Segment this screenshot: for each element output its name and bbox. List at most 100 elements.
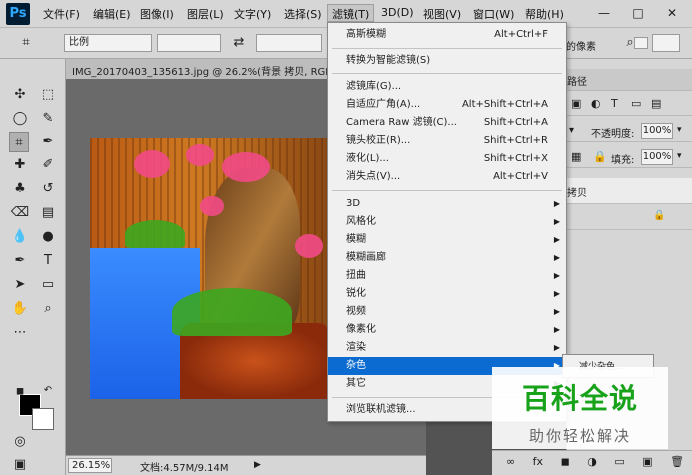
new-layer-icon[interactable]: ▣ [642,455,652,468]
photoshop-logo: Ps [6,3,30,25]
move-tool-icon[interactable]: ✣ [10,85,30,105]
menu-select[interactable]: 选择(S) [284,6,322,22]
zoom-icon[interactable]: ⌕ [38,299,58,319]
history-brush-icon[interactable]: ↺ [38,179,58,199]
layer-row[interactable]: 拷贝 [567,178,692,204]
menu-item-video[interactable]: 视频 ▶ [328,303,566,321]
default-colors-icon[interactable]: ◼ [10,382,30,402]
pen-icon[interactable]: ✒ [10,251,30,271]
height-field[interactable] [256,34,322,52]
image-filter-icon[interactable]: ▣ [571,97,581,110]
options-dropdown[interactable] [652,34,680,52]
clone-stamp-icon[interactable]: ♣ [10,179,30,199]
adjustment-filter-icon[interactable]: ◐ [591,97,601,110]
smart-filter-icon[interactable]: ▤ [651,97,661,110]
folder-icon[interactable]: ▭ [614,455,624,468]
maximize-icon[interactable]: □ [630,6,646,20]
swap-colors-icon[interactable]: ↶ [38,381,58,401]
menu-shortcut: Shift+Ctrl+R [483,135,548,146]
dodge-icon[interactable]: ● [38,227,58,247]
menu-view[interactable]: 视图(V) [423,6,461,22]
quick-mask-icon[interactable]: ◎ [10,432,30,452]
crop-icon[interactable]: ⌗ [9,132,29,152]
shape-filter-icon[interactable]: ▭ [631,97,641,110]
menu-item-stylize[interactable]: 风格化 ▶ [328,213,566,231]
photo-canvas[interactable] [90,138,328,399]
menu-item-liquify[interactable]: 液化(L)... Shift+Ctrl+X [328,150,566,168]
menu-file[interactable]: 文件(F) [43,6,80,22]
menu-separator [332,73,562,74]
menu-item-vanishing-point[interactable]: 消失点(V)... Alt+Ctrl+V [328,168,566,186]
crop-tool-icon[interactable]: ⌗ [16,33,36,53]
zoom-level[interactable]: 26.15% [68,458,112,473]
tab-paths[interactable]: 路径 [567,73,587,88]
ratio-select[interactable]: 比例 [64,34,152,52]
menu-filter[interactable]: 滤镜(T) [327,4,375,22]
opacity-field[interactable]: 100% [641,123,673,139]
menu-item-render[interactable]: 渲染 ▶ [328,339,566,357]
layers-panel-actions: ∞ fx ◼ ◑ ▭ ▣ 🗑 [492,450,692,475]
menu-help[interactable]: 帮助(H) [525,6,564,22]
menu-item-gaussian-blur[interactable]: 高斯模糊 Alt+Ctrl+F [328,26,566,44]
gradient-icon[interactable]: ▤ [38,203,58,223]
lasso-tool-icon[interactable]: ◯ [10,109,30,129]
fx-icon[interactable]: fx [533,455,543,468]
menu-image[interactable]: 图像(I) [140,6,174,22]
close-icon[interactable]: ✕ [664,6,680,20]
panel-tabs: 路径 [567,69,692,91]
type-filter-icon[interactable]: T [611,97,618,110]
healing-brush-icon[interactable]: ✚ [10,155,30,175]
menu-label: 其它 [346,378,366,389]
minimize-icon[interactable]: — [596,6,612,20]
menu-item-blur[interactable]: 模糊 ▶ [328,231,566,249]
mask-icon[interactable]: ◼ [561,455,570,468]
swap-icon[interactable]: ⇄ [229,33,249,53]
menu-edit[interactable]: 编辑(E) [93,6,131,22]
hand-icon[interactable]: ✋ [10,299,30,319]
menu-item-adaptive-wide-angle[interactable]: 自适应广角(A)... Alt+Shift+Ctrl+A [328,96,566,114]
status-arrow-icon[interactable]: ▶ [254,460,261,470]
menu-item-3d[interactable]: 3D ▶ [328,195,566,213]
link-icon[interactable]: ∞ [506,455,515,468]
menu-item-lens-correction[interactable]: 镜头校正(R)... Shift+Ctrl+R [328,132,566,150]
menu-label: 风格化 [346,216,376,227]
menu-item-filter-gallery[interactable]: 滤镜库(G)... [328,78,566,96]
menu-window[interactable]: 窗口(W) [473,6,514,22]
menu-item-blur-gallery[interactable]: 模糊画廊 ▶ [328,249,566,267]
opacity-dropdown-icon[interactable]: ▾ [677,125,682,135]
fill-field[interactable]: 100% [641,149,673,165]
submenu-arrow-icon: ▶ [553,325,560,334]
menu-item-smart-filter[interactable]: 转换为智能滤镜(S) [328,52,566,70]
menu-item-distort[interactable]: 扭曲 ▶ [328,267,566,285]
trash-icon[interactable]: 🗑 [670,455,684,468]
path-select-icon[interactable]: ➤ [10,275,30,295]
adjustment-icon[interactable]: ◑ [587,455,597,468]
menu-item-sharpen[interactable]: 锐化 ▶ [328,285,566,303]
menu-item-camera-raw[interactable]: Camera Raw 滤镜(C)... Shift+Ctrl+A [328,114,566,132]
search-icon[interactable]: ⌕ [620,33,640,53]
submenu-arrow-icon: ▶ [553,199,560,208]
blend-mode-dropdown-icon[interactable]: ▾ [569,125,574,136]
background-color-swatch[interactable] [32,408,54,430]
layer-row[interactable]: 🔒 [567,204,692,230]
quick-select-icon[interactable]: ✎ [38,109,58,129]
document-tab[interactable]: IMG_20170403_135613.jpg @ 26.2%(背景 拷贝, R… [66,59,328,79]
eyedropper-icon[interactable]: ✒ [38,132,58,152]
type-tool-icon[interactable]: T [38,251,58,271]
menu-shortcut: Alt+Ctrl+V [493,171,548,182]
lock-transparent-icon[interactable]: ▦ [571,150,581,163]
menu-item-pixelate[interactable]: 像素化 ▶ [328,321,566,339]
shape-icon[interactable]: ▭ [38,275,58,295]
lock-icon[interactable]: 🔒 [593,150,607,163]
marquee-tool-icon[interactable]: ⬚ [38,85,58,105]
blur-icon[interactable]: 💧 [10,227,30,247]
fill-dropdown-icon[interactable]: ▾ [677,151,682,161]
menu-3d[interactable]: 3D(D) [381,6,414,19]
width-field[interactable] [157,34,221,52]
menu-layer[interactable]: 图层(L) [187,6,224,22]
menu-type[interactable]: 文字(Y) [234,6,271,22]
screen-mode-icon[interactable]: ▣ [10,455,30,475]
eraser-icon[interactable]: ⌫ [10,203,30,223]
more-tools-icon[interactable]: ⋯ [10,323,30,343]
brush-icon[interactable]: ✐ [38,155,58,175]
